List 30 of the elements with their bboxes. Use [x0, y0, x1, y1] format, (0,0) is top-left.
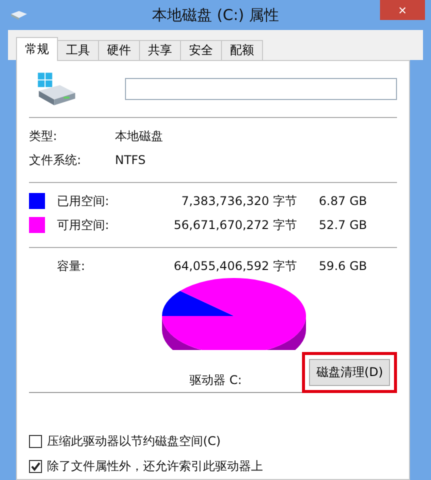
drive-label: 驱动器 C:	[190, 372, 242, 389]
disk-cleanup-button[interactable]: 磁盘清理(D)	[309, 359, 390, 386]
tab[interactable]: 配额	[221, 40, 263, 60]
size-value: 59.6 GB	[318, 259, 367, 273]
property-value: 本地磁盘	[115, 128, 163, 144]
property-label: 类型:	[29, 128, 58, 144]
drive-icon	[35, 71, 78, 107]
drive-icon	[10, 10, 28, 20]
byte-count: 56,671,670,272 字节	[172, 216, 297, 234]
capacity-label: 容量:	[57, 258, 86, 274]
tab[interactable]: 常规	[16, 37, 58, 61]
close-button[interactable]: ×	[380, 0, 425, 20]
tab[interactable]: 共享	[139, 40, 181, 60]
size-value: 6.87 GB	[318, 194, 367, 208]
checkbox-label: 除了文件属性外，还允许索引此驱动器上	[47, 458, 263, 475]
checkbox[interactable]	[29, 435, 42, 448]
checkbox-label: 压缩此驱动器以节约磁盘空间(C)	[47, 433, 221, 450]
property-value: NTFS	[115, 153, 146, 167]
window-title: 本地磁盘 (C:) 属性	[152, 6, 279, 24]
byte-count: 64,055,406,592 字节	[172, 258, 297, 274]
space-label: 可用空间:	[57, 216, 110, 234]
drive-name-field[interactable]	[125, 78, 397, 100]
size-value: 52.7 GB	[318, 218, 367, 232]
byte-count: 7,383,736,320 字节	[180, 192, 297, 210]
checkbox[interactable]	[29, 460, 42, 473]
tab[interactable]: 安全	[180, 40, 222, 60]
tab[interactable]: 工具	[57, 40, 99, 60]
tab[interactable]: 硬件	[98, 40, 140, 60]
space-label: 已用空间:	[57, 192, 110, 210]
property-label: 文件系统:	[29, 152, 82, 168]
